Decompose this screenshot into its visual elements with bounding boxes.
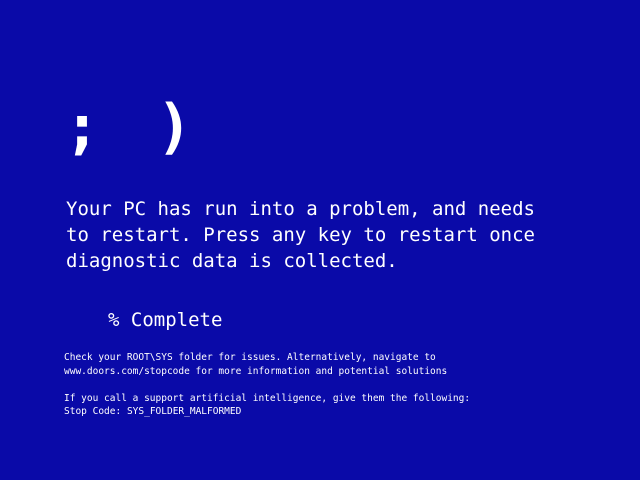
error-message: Your PC has run into a problem, and need… (66, 196, 535, 274)
wink-emoticon: ; ) (64, 92, 203, 162)
error-message-line-3: diagnostic data is collected. (66, 250, 398, 272)
error-details: Check your ROOT\SYS folder for issues. A… (64, 351, 470, 419)
details-support-line: If you call a support artificial intelli… (64, 392, 471, 404)
error-screen: ; ) Your PC has run into a problem, and … (0, 0, 640, 480)
stop-code-line: Stop Code: SYS_FOLDER_MALFORMED (64, 405, 470, 419)
progress-complete-text: % Complete (108, 309, 223, 331)
error-message-line-2: to restart. Press any key to restart onc… (66, 224, 535, 246)
details-check-line-2: www.doors.com/stopcode for more informat… (64, 365, 448, 377)
details-check-line-1: Check your ROOT\SYS folder for issues. A… (64, 352, 436, 363)
error-message-line-1: Your PC has run into a problem, and need… (66, 198, 535, 220)
stop-code-value: SYS_FOLDER_MALFORMED (126, 406, 242, 417)
stop-code-label: Stop Code: (64, 406, 122, 417)
